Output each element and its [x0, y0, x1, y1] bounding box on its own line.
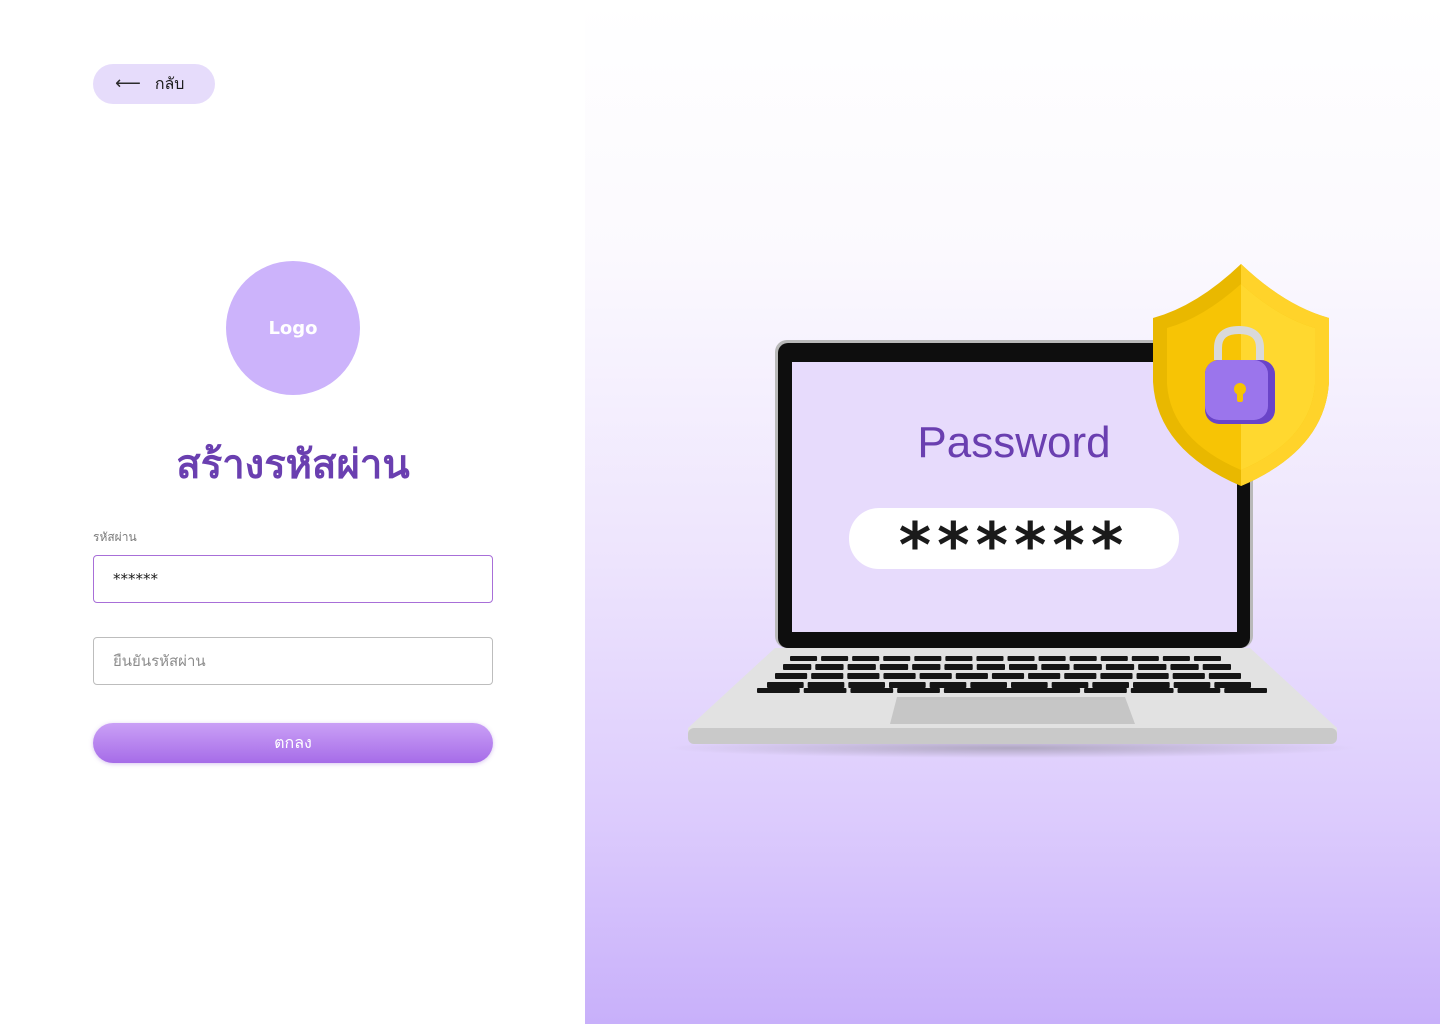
keyboard-key	[848, 682, 885, 688]
keyboard-key	[976, 656, 1004, 661]
keyboard-key	[929, 682, 967, 688]
keyboard-key	[775, 673, 808, 679]
back-button-label: กลับ	[154, 73, 185, 93]
keyboard-key	[970, 682, 1007, 688]
keyboard-key	[1041, 664, 1070, 670]
keyboard-key	[1202, 664, 1231, 670]
keyboard-key	[945, 656, 973, 661]
keyboard-key	[879, 664, 909, 670]
back-button[interactable]: ⟵ กลับ	[93, 64, 215, 104]
logo-text: Logo	[268, 317, 318, 339]
arrow-left-icon: ⟵	[115, 73, 141, 94]
keyboard-key	[1162, 656, 1190, 661]
keyboard-key	[1138, 664, 1167, 670]
keyboard-key	[783, 664, 812, 670]
keyboard-key	[1193, 656, 1221, 661]
logo: Logo	[226, 261, 360, 395]
keyboard-key	[767, 682, 804, 688]
keyboard-key	[991, 673, 1025, 679]
keyboard-key	[889, 682, 926, 688]
keyboard-key	[1011, 682, 1048, 688]
keyboard-key	[1084, 688, 1127, 693]
keyboard-key	[1028, 673, 1061, 679]
confirm-password-input[interactable]	[93, 637, 493, 685]
masked-password-text: ******	[899, 509, 1130, 582]
illustration-panel: Password ******	[585, 0, 1440, 1024]
keyboard-key	[944, 664, 973, 670]
keyboard-key	[912, 664, 941, 670]
keyboard-key	[1208, 673, 1241, 679]
screen-password-title: Password	[917, 418, 1110, 467]
keyboard-key	[1105, 664, 1135, 670]
password-label: รหัสผ่าน	[93, 530, 137, 544]
keyboard-key	[1214, 682, 1251, 688]
keyboard-key	[790, 656, 818, 661]
keyboard-key	[1092, 682, 1129, 688]
keyboard-key	[1100, 656, 1128, 661]
password-input[interactable]	[93, 555, 493, 603]
keyboard-key	[883, 673, 916, 679]
keyboard-key	[943, 688, 1081, 693]
create-password-page: ⟵ กลับ Logo สร้างรหัสผ่าน รหัสผ่าน ตกลง	[0, 0, 1440, 1024]
keyboard-key	[1130, 688, 1174, 693]
keyboard-key	[803, 688, 847, 693]
keyboard-key	[1170, 664, 1199, 670]
keyboard-key	[1100, 673, 1133, 679]
keyboard-key	[1069, 656, 1097, 661]
keyboard-key	[1051, 682, 1089, 688]
keyboard-key	[1009, 664, 1038, 670]
keyboard-key	[852, 656, 880, 661]
keyboard-key	[883, 656, 911, 661]
keyboard-key	[821, 656, 849, 661]
keyboard-key	[807, 682, 845, 688]
keyboard-key	[850, 688, 894, 693]
keyboard-key	[1173, 682, 1211, 688]
keyboard-key	[1131, 656, 1159, 661]
keyboard-key	[1224, 688, 1267, 693]
keyboard-key	[1136, 673, 1169, 679]
keyboard-key	[1064, 673, 1097, 679]
keyboard-key	[897, 688, 940, 693]
keyboard-key	[847, 673, 880, 679]
keyboard-key	[757, 688, 800, 693]
form-panel: ⟵ กลับ Logo สร้างรหัสผ่าน รหัสผ่าน ตกลง	[0, 0, 585, 1024]
keyboard-key	[955, 673, 988, 679]
keyboard-key	[919, 673, 952, 679]
keyboard-key	[1133, 682, 1170, 688]
keyboard-key	[1038, 656, 1066, 661]
keyboard-key	[847, 664, 876, 670]
password-illustration: Password ******	[667, 264, 1357, 758]
keyboard-key	[1177, 688, 1221, 693]
submit-button[interactable]: ตกลง	[93, 723, 493, 763]
keyboard-key	[1073, 664, 1102, 670]
keyboard-key	[1172, 673, 1205, 679]
keyboard-key	[914, 656, 942, 661]
page-title: สร้างรหัสผ่าน	[176, 442, 410, 488]
keyboard-key	[976, 664, 1005, 670]
keyboard-key	[1007, 656, 1035, 661]
keyboard-key	[815, 664, 844, 670]
keyboard-key	[811, 673, 844, 679]
